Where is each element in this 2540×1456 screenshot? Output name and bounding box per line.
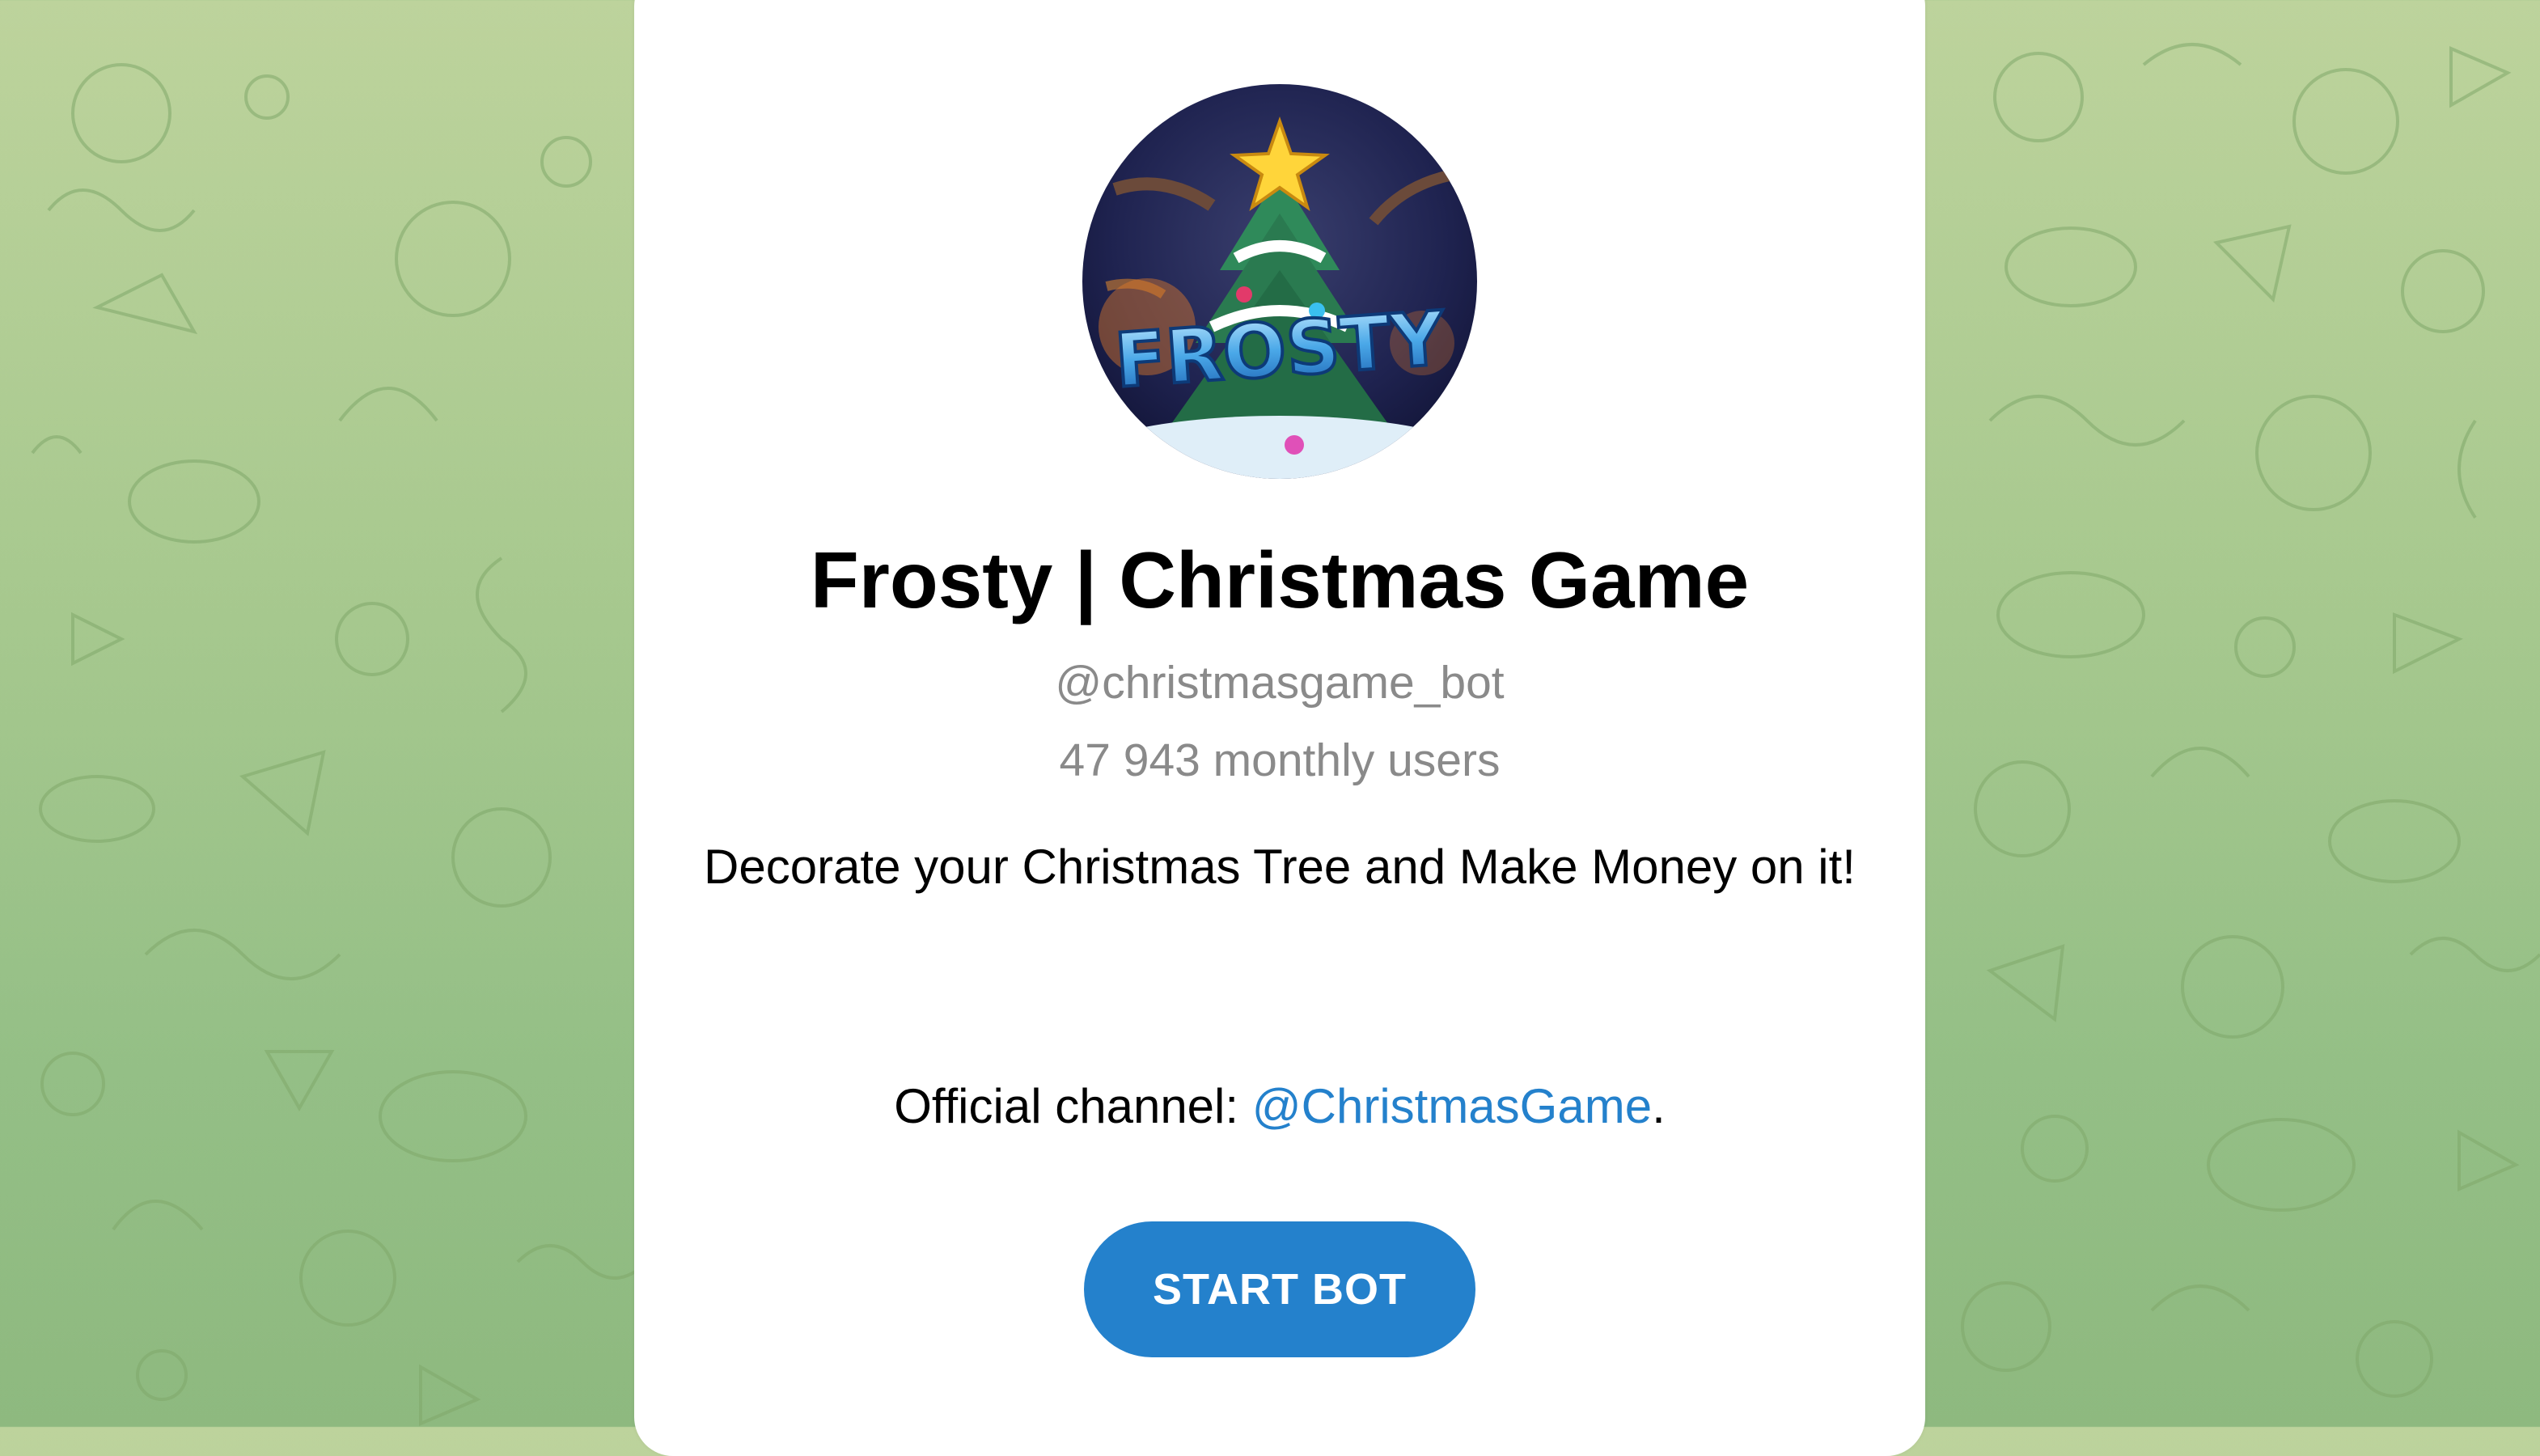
bot-username[interactable]: @christmasgame_bot	[634, 650, 1925, 715]
channel-prefix: Official channel:	[894, 1079, 1252, 1133]
bot-avatar: FROSTY	[1082, 84, 1477, 479]
avatar-illustration: FROSTY	[1082, 84, 1477, 479]
bot-name: Frosty | Christmas Game	[810, 535, 1750, 624]
monthly-users-count: 47 943 monthly users	[1059, 734, 1501, 786]
start-bot-button[interactable]: START BOT	[1084, 1221, 1475, 1357]
official-channel-line: Official channel: @ChristmasGame.	[634, 1066, 1925, 1147]
bot-description: Decorate your Christmas Tree and Make Mo…	[704, 840, 1856, 894]
channel-suffix: .	[1652, 1079, 1666, 1133]
channel-link[interactable]: @ChristmasGame	[1252, 1079, 1652, 1133]
